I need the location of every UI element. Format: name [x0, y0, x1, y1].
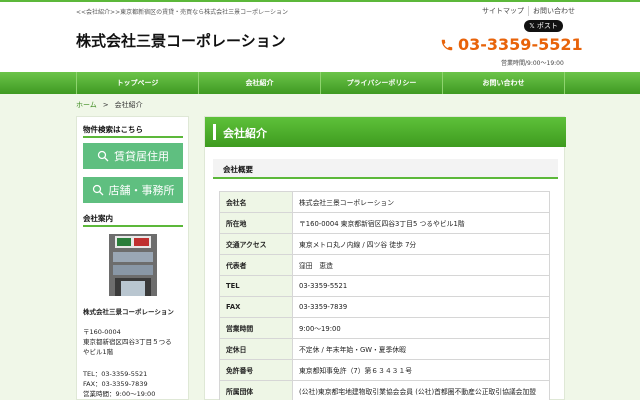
row-value: 03-3359-5521 — [292, 275, 550, 297]
company-logo-title[interactable]: 株式会社三景コーポレーション — [76, 30, 286, 51]
company-info-table: 会社名 株式会社三景コーポレーション 所在地 〒160-0004 東京都新宿区四谷3… — [219, 191, 550, 400]
row-label: 会社名 — [219, 191, 293, 213]
sidebar-address-1: 東京都新宿区四谷3丁目５つる — [83, 338, 172, 346]
header-phone[interactable]: 03-3359-5521 — [440, 35, 583, 54]
row-label: FAX — [219, 296, 293, 318]
header-hours: 営業時間/9:00～19:00 — [501, 60, 564, 67]
row-value: 〒160-0004 東京都新宿区四谷3丁目5 つるやビル1階 — [292, 212, 550, 234]
row-label: 免許番号 — [219, 359, 293, 381]
sidebar: 物件検索はこちら 賃貸居住用 店舗・事務所 会社案内 株式会社三景コーポレーショ… — [76, 116, 189, 400]
section-header: 会社概要 — [213, 159, 558, 179]
page-title: 会社紹介 — [223, 127, 267, 140]
search-heading: 物件検索はこちら — [83, 125, 143, 134]
search-icon — [97, 150, 109, 162]
breadcrumb-current: 会社紹介 — [114, 101, 143, 109]
rent-search-button[interactable]: 賃貸居住用 — [83, 143, 183, 169]
sitemap-link[interactable]: サイトマップ — [478, 6, 528, 16]
sidebar-zip: 〒160-0004 — [83, 328, 121, 336]
x-post-button[interactable]: 𝕏 ポスト — [524, 20, 563, 32]
table-row: 代表者 窪田 恵造 — [219, 254, 550, 276]
phone-icon — [441, 39, 453, 50]
breadcrumb-home[interactable]: ホーム — [76, 101, 97, 109]
nav-contact[interactable]: お問い合わせ — [443, 72, 565, 94]
table-row: TEL 03-3359-5521 — [219, 275, 550, 297]
shop-search-label: 店舗・事務所 — [108, 184, 175, 197]
contact-top-link[interactable]: お問い合わせ — [528, 6, 579, 16]
row-value: 東京メトロ丸ノ内線 / 四ツ谷 徒歩 7分 — [292, 233, 550, 255]
table-row: 所在地 〒160-0004 東京都新宿区四谷3丁目5 つるやビル1階 — [219, 212, 550, 234]
guide-heading-rule — [83, 225, 183, 227]
sidebar-address-2: やビル1階 — [83, 348, 114, 356]
table-row: 所属団体 (公社)東京都宅地建物取引業協会会員 (公社)首都圏不動産公正取引協議会… — [219, 380, 550, 400]
search-icon — [92, 184, 103, 196]
breadcrumb: ホーム > 会社紹介 — [76, 100, 143, 110]
nav-company[interactable]: 会社紹介 — [199, 72, 321, 94]
nav-top[interactable]: トップページ — [77, 72, 199, 94]
row-label: 所属団体 — [219, 380, 293, 400]
row-value: 窪田 恵造 — [292, 254, 550, 276]
table-row: 免許番号 東京都知事免許（7）第６３４３１号 — [219, 359, 550, 381]
office-building-photo — [109, 234, 157, 296]
sidebar-hours: 営業時間：9:00～19:00 — [83, 390, 156, 398]
shop-search-button[interactable]: 店舗・事務所 — [83, 177, 183, 203]
top-links: サイトマップ お問い合わせ — [478, 6, 579, 16]
nav-privacy[interactable]: プライバシーポリシー — [321, 72, 443, 94]
site-tagline: <<会社紹介>>東京都新宿区の賃貸・売買なら株式会社三景コーポレーション — [76, 9, 288, 16]
row-value: (公社)東京都宅地建物取引業協会会員 (公社)首都圏不動産公正取引協議会加盟 — [292, 380, 550, 400]
sidebar-fax: FAX：03-3359-7839 — [83, 380, 148, 388]
row-label: TEL — [219, 275, 293, 297]
table-row: 会社名 株式会社三景コーポレーション — [219, 191, 550, 213]
main-content: 会社紹介 会社概要 会社名 株式会社三景コーポレーション 所在地 〒160-0004… — [204, 116, 566, 400]
global-nav: トップページ 会社紹介 プライバシーポリシー お問い合わせ — [0, 72, 640, 94]
table-row: 営業時間 9:00～19:00 — [219, 317, 550, 339]
sidebar-company-name: 株式会社三景コーポレーション — [83, 308, 174, 316]
main-header-bar — [213, 124, 216, 140]
row-label: 定休日 — [219, 338, 293, 360]
sidebar-tel: TEL：03-3359-5521 — [83, 370, 148, 378]
phone-number: 03-3359-5521 — [458, 35, 583, 54]
table-row: 定休日 不定休 / 年末年始・GW・夏季休暇 — [219, 338, 550, 360]
row-value: 03-3359-7839 — [292, 296, 550, 318]
row-value: 9:00～19:00 — [292, 317, 550, 339]
table-row: 交通アクセス 東京メトロ丸ノ内線 / 四ツ谷 徒歩 7分 — [219, 233, 550, 255]
rent-search-label: 賃貸居住用 — [114, 150, 169, 163]
row-label: 代表者 — [219, 254, 293, 276]
section-title: 会社概要 — [223, 165, 253, 174]
main-header: 会社紹介 — [205, 117, 566, 147]
row-value: 不定休 / 年末年始・GW・夏季休暇 — [292, 338, 550, 360]
table-row: FAX 03-3359-7839 — [219, 296, 550, 318]
breadcrumb-separator: > — [102, 101, 109, 109]
guide-heading: 会社案内 — [83, 214, 113, 223]
row-value: 株式会社三景コーポレーション — [292, 191, 550, 213]
row-label: 所在地 — [219, 212, 293, 234]
row-label: 営業時間 — [219, 317, 293, 339]
top-accent-line — [0, 0, 640, 2]
row-label: 交通アクセス — [219, 233, 293, 255]
row-value: 東京都知事免許（7）第６３４３１号 — [292, 359, 550, 381]
search-heading-rule — [83, 136, 183, 138]
